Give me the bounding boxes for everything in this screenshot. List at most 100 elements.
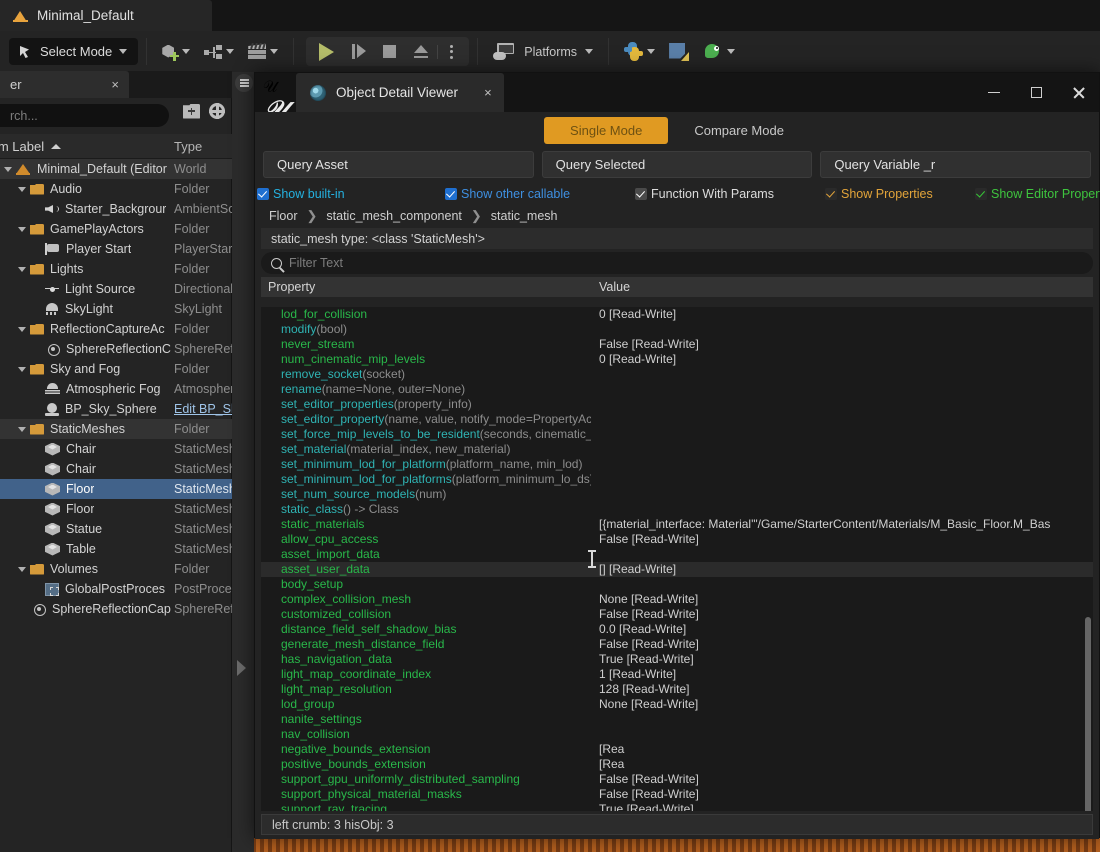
property-row[interactable]: nav_collision bbox=[261, 727, 1093, 811]
outliner-row-volumes[interactable]: Volumes Folder bbox=[0, 559, 232, 579]
property-row[interactable]: rename(name=None, outer=None) bbox=[261, 382, 1093, 397]
checkbox-show-editor-properties[interactable]: Show Editor Properties bbox=[975, 187, 1100, 201]
mode-tab-compare-mode[interactable]: Compare Mode bbox=[668, 117, 810, 144]
outliner-row-lights[interactable]: Lights Folder bbox=[0, 259, 232, 279]
expand-triangle-icon[interactable] bbox=[18, 226, 26, 232]
property-row[interactable]: generate_mesh_distance_field False [Read-… bbox=[261, 637, 1093, 652]
outliner-row-statue[interactable]: Statue StaticMesh bbox=[0, 519, 232, 539]
expand-triangle-icon[interactable] bbox=[18, 326, 26, 332]
property-row[interactable]: never_stream False [Read-Write] bbox=[261, 337, 1093, 352]
outliner-row-table[interactable]: Table StaticMesh bbox=[0, 539, 232, 559]
add-actor-button[interactable] bbox=[155, 41, 197, 63]
expand-triangle-icon[interactable] bbox=[18, 566, 26, 572]
checkbox-show-properties[interactable]: Show Properties bbox=[825, 187, 933, 201]
property-row[interactable]: complex_collision_mesh None [Read-Write] bbox=[261, 592, 1093, 607]
property-row[interactable]: lod_group None [Read-Write] bbox=[261, 697, 1093, 712]
skip-frame-button[interactable] bbox=[343, 44, 374, 59]
gear-icon[interactable] bbox=[209, 103, 225, 119]
checkbox-function-with-params[interactable]: Function With Params bbox=[635, 187, 774, 201]
checkbox-show-other-callable[interactable]: Show other callable bbox=[445, 187, 570, 201]
snake-tools-button[interactable] bbox=[696, 40, 742, 64]
select-mode-dropdown[interactable]: Select Mode bbox=[9, 38, 139, 65]
outliner-row-audio[interactable]: Audio Folder bbox=[0, 179, 232, 199]
property-row[interactable]: distance_field_self_shadow_bias 0.0 [Read… bbox=[261, 622, 1093, 637]
breadcrumb-item-static_mesh_component[interactable]: static_mesh_component bbox=[326, 209, 462, 223]
expand-triangle-icon[interactable] bbox=[4, 166, 12, 172]
outliner-column-label[interactable]: tem Label bbox=[0, 139, 62, 154]
property-row[interactable]: allow_cpu_access False [Read-Write] bbox=[261, 532, 1093, 547]
outliner-row-atmospheric-fog[interactable]: Atmospheric Fog Atmospher bbox=[0, 379, 232, 399]
property-row[interactable]: positive_bounds_extension [Rea bbox=[261, 757, 1093, 772]
play-options-button[interactable] bbox=[437, 44, 465, 59]
modal-tab[interactable]: Object Detail Viewer × bbox=[296, 73, 504, 112]
outliner-row-staticmeshes[interactable]: StaticMeshes Folder bbox=[0, 419, 232, 439]
outliner-row-sky-and-fog[interactable]: Sky and Fog Folder bbox=[0, 359, 232, 379]
outliner-row-type[interactable]: Edit BP_Sk bbox=[174, 402, 232, 416]
outliner-row-starter-backgrour[interactable]: Starter_Backgrour AmbientSo bbox=[0, 199, 232, 219]
query-variable-r-button[interactable]: Query Variable _r bbox=[820, 151, 1092, 178]
outliner-row-floor[interactable]: Floor StaticMesh bbox=[0, 499, 232, 519]
outliner-search-input[interactable]: rch... bbox=[0, 104, 169, 127]
close-icon[interactable]: × bbox=[484, 85, 492, 100]
breadcrumb-item-Floor[interactable]: Floor bbox=[269, 209, 297, 223]
outliner-row-floor[interactable]: Floor StaticMesh bbox=[0, 479, 232, 499]
breadcrumb-item-static_mesh[interactable]: static_mesh bbox=[491, 209, 558, 223]
property-row[interactable]: negative_bounds_extension [Rea bbox=[261, 742, 1093, 757]
outliner-tree[interactable]: Minimal_Default (Editor World Audio Folder S… bbox=[0, 159, 232, 852]
property-row[interactable]: static_materials [{material_interface: Ma… bbox=[261, 517, 1093, 532]
blueprint-editor-button[interactable] bbox=[662, 40, 696, 64]
property-row[interactable]: set_minimum_lod_for_platform(platform_na… bbox=[261, 457, 1093, 472]
cinematics-button[interactable] bbox=[241, 41, 285, 62]
outliner-row-spherereflectioncap[interactable]: SphereReflectionCap SphereRefl bbox=[0, 599, 232, 619]
outliner-column-type[interactable]: Type bbox=[174, 139, 202, 154]
expand-triangle-icon[interactable] bbox=[18, 266, 26, 272]
outliner-row-minimal-default-editor[interactable]: Minimal_Default (Editor World bbox=[0, 159, 232, 179]
outliner-row-bp-sky-sphere[interactable]: BP_Sky_Sphere Edit BP_Sk bbox=[0, 399, 232, 419]
property-row[interactable]: lod_for_collision 0 [Read-Write] bbox=[261, 307, 1093, 322]
property-row[interactable]: set_num_source_models(num) bbox=[261, 487, 1093, 502]
mode-tab-single-mode[interactable]: Single Mode bbox=[544, 117, 669, 144]
property-row[interactable]: asset_import_data bbox=[261, 547, 1093, 697]
property-row[interactable]: support_gpu_uniformly_distributed_sampli… bbox=[261, 772, 1093, 787]
property-row[interactable]: customized_collision False [Read-Write] bbox=[261, 607, 1093, 622]
property-row[interactable]: asset_user_data [] [Read-Write] bbox=[261, 562, 1093, 577]
outliner-row-light-source[interactable]: Light Source Directional bbox=[0, 279, 232, 299]
outliner-row-chair[interactable]: Chair StaticMesh bbox=[0, 439, 232, 459]
viewport-expand-arrow-icon[interactable] bbox=[237, 660, 246, 676]
maximize-button[interactable] bbox=[1015, 73, 1057, 112]
outliner-row-reflectioncaptureac[interactable]: ReflectionCaptureAc Folder bbox=[0, 319, 232, 339]
expand-triangle-icon[interactable] bbox=[18, 186, 26, 192]
editor-level-tab[interactable]: Minimal_Default bbox=[0, 0, 212, 31]
python-button[interactable] bbox=[617, 39, 662, 64]
eject-button[interactable] bbox=[405, 45, 437, 58]
vertical-scrollbar[interactable] bbox=[1085, 617, 1091, 811]
outliner-row-skylight[interactable]: SkyLight SkyLight bbox=[0, 299, 232, 319]
viewport-menu-icon[interactable] bbox=[235, 74, 253, 92]
minimize-button[interactable] bbox=[973, 73, 1015, 112]
property-row[interactable]: set_editor_properties(property_info) bbox=[261, 397, 1093, 412]
property-row[interactable]: body_setup bbox=[261, 577, 1093, 727]
property-row[interactable]: modify(bool) bbox=[261, 322, 1093, 337]
outliner-row-gameplayactors[interactable]: GamePlayActors Folder bbox=[0, 219, 232, 239]
property-row[interactable]: num_cinematic_mip_levels 0 [Read-Write] bbox=[261, 352, 1093, 367]
play-button[interactable] bbox=[310, 42, 343, 61]
property-row[interactable]: light_map_resolution 128 [Read-Write] bbox=[261, 682, 1093, 697]
outliner-row-chair[interactable]: Chair StaticMesh bbox=[0, 459, 232, 479]
new-folder-icon[interactable] bbox=[183, 103, 200, 119]
close-icon[interactable]: × bbox=[111, 77, 119, 92]
property-row[interactable]: support_ray_tracing True [Read-Write] bbox=[261, 802, 1093, 811]
property-row[interactable]: remove_socket(socket) bbox=[261, 367, 1093, 382]
checkbox-show-built-in[interactable]: Show built-in bbox=[257, 187, 345, 201]
property-row[interactable]: nanite_settings bbox=[261, 712, 1093, 727]
close-button[interactable] bbox=[1057, 73, 1099, 112]
query-selected-button[interactable]: Query Selected bbox=[541, 151, 813, 178]
property-row[interactable]: set_editor_property(name, value, notify_… bbox=[261, 412, 1093, 427]
property-row[interactable]: set_minimum_lod_for_platforms(platform_m… bbox=[261, 472, 1093, 487]
query-asset-button[interactable]: Query Asset bbox=[263, 151, 534, 178]
property-row[interactable]: static_class() -> Class bbox=[261, 502, 1093, 652]
property-row[interactable]: light_map_coordinate_index 1 [Read-Write] bbox=[261, 667, 1093, 682]
property-row[interactable]: set_force_mip_levels_to_be_resident(seco… bbox=[261, 427, 1093, 442]
expand-triangle-icon[interactable] bbox=[18, 366, 26, 372]
outliner-row-spherereflectionc[interactable]: SphereReflectionC SphereRefl bbox=[0, 339, 232, 359]
property-row[interactable]: support_physical_material_masks False [Re… bbox=[261, 787, 1093, 802]
